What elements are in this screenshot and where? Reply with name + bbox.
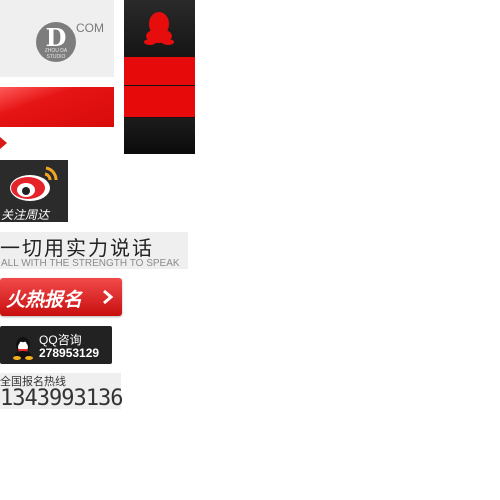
- qq-tile[interactable]: [124, 0, 195, 57]
- qq-penguin-icon: [13, 337, 33, 360]
- logo-mark: D: [45, 23, 67, 52]
- logo-tile: D ZHOU DA STUDIO COM: [0, 0, 114, 77]
- register-button-label: 火热报名: [6, 290, 83, 311]
- red-pointer-icon: [0, 137, 7, 149]
- hotline-number: 1343993136: [0, 386, 123, 411]
- sprite-column: [124, 0, 195, 154]
- qq-consult-button[interactable]: QQ咨询 278953129: [0, 326, 112, 364]
- logo-ring-text: ZHOU DA STUDIO: [44, 48, 68, 60]
- red-banner: [0, 87, 114, 127]
- slogan-chinese: 一切用实力说话: [0, 236, 154, 260]
- sprite-red-block-1: [124, 57, 195, 85]
- sprite-dark-block: [124, 118, 195, 154]
- register-button[interactable]: 火热报名: [0, 278, 122, 316]
- chevron-right-icon: [103, 289, 114, 305]
- sprite-red-block-2: [124, 86, 195, 117]
- logo-suffix: COM: [76, 21, 104, 35]
- weibo-follow-label: 关注周达: [1, 208, 50, 222]
- qq-penguin-icon: [144, 12, 174, 45]
- weibo-follow-tile[interactable]: 关注周达: [0, 160, 68, 222]
- slogan-english: ALL WITH THE STRENGTH TO SPEAK: [1, 258, 180, 269]
- weibo-icon: [10, 166, 58, 201]
- qq-number: 278953129: [39, 346, 100, 360]
- slogan-block: 一切用实力说话 ALL WITH THE STRENGTH TO SPEAK: [0, 232, 188, 269]
- hotline-block: 全国报名热线 1343993136: [0, 373, 123, 411]
